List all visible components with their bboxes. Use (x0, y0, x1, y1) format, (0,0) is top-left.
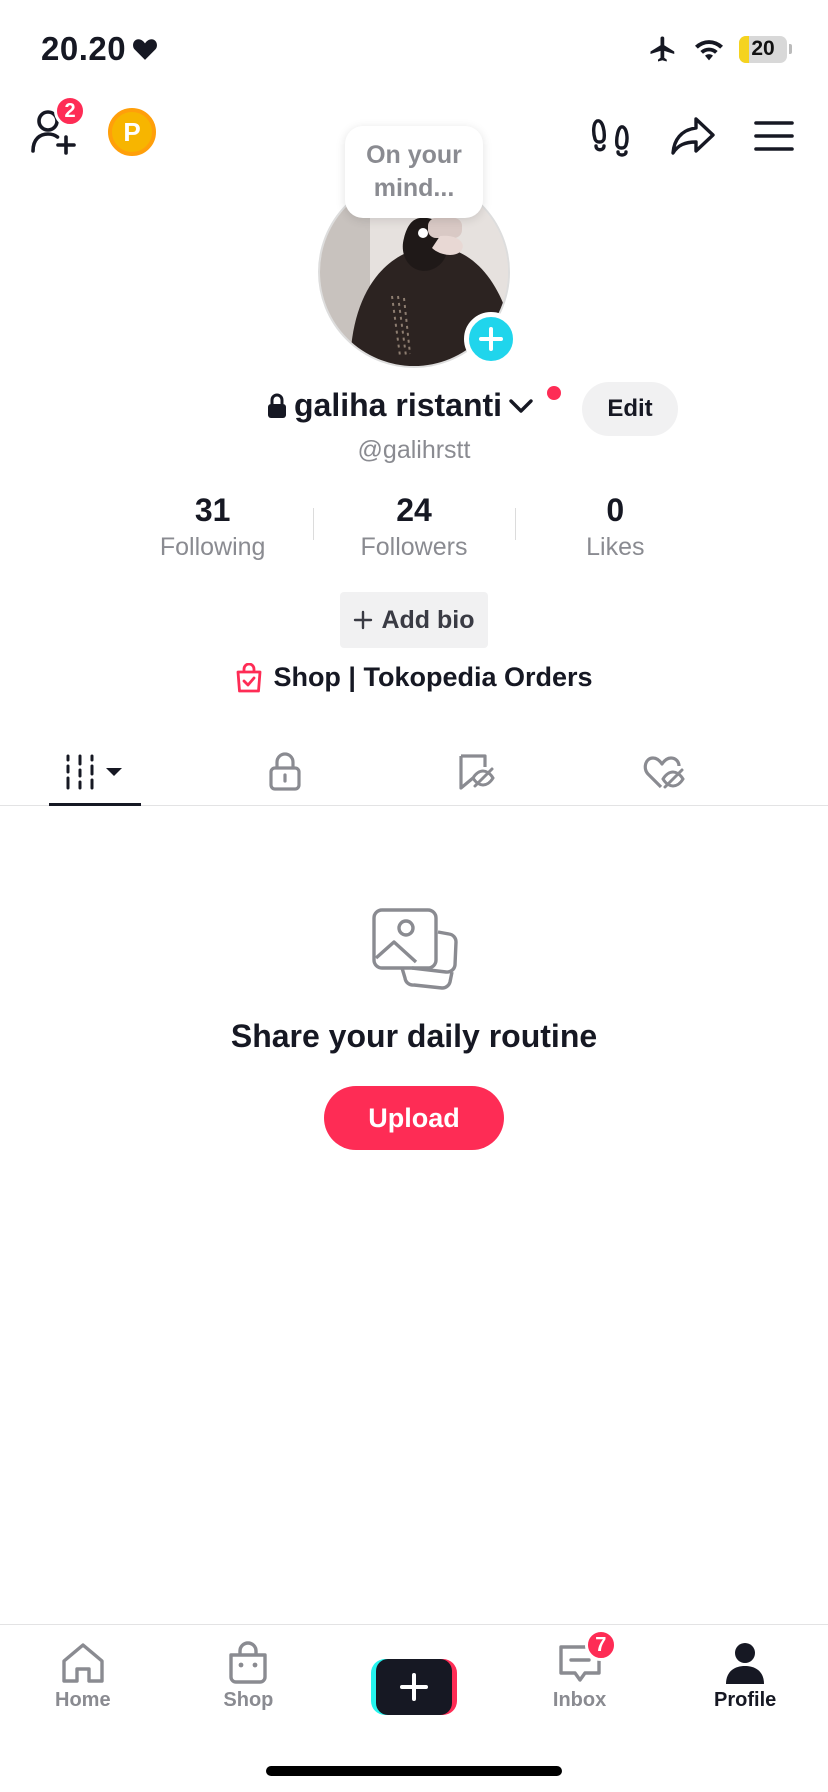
footprints-icon[interactable] (590, 115, 632, 157)
coin-button[interactable]: P (108, 108, 156, 156)
plus-icon (399, 1673, 428, 1701)
profile-stats: 31 Following 24 Followers 0 Likes (112, 490, 716, 561)
stat-following[interactable]: 31 Following (112, 490, 313, 561)
status-bar: 20.20 20 (0, 0, 828, 100)
photos-icon (372, 908, 458, 990)
mind-prompt: On your mind... (366, 141, 462, 202)
battery-level: 20 (751, 37, 775, 60)
lock-icon (269, 751, 301, 791)
top-bar-left: 2 P (30, 95, 156, 156)
stat-label: Followers (360, 533, 468, 561)
bottom-nav: Home Shop 7 Inbox Profile (0, 1624, 828, 1734)
empty-state-title: Share your daily routine (230, 1018, 598, 1054)
share-icon[interactable] (670, 116, 716, 156)
stat-label: Following (159, 533, 266, 561)
coin-letter: P (123, 116, 141, 147)
battery-indicator: 20 (739, 35, 792, 63)
nav-shop-label: Shop (223, 1689, 274, 1711)
clock-text: 20.20 (41, 30, 127, 67)
mind-bubble[interactable]: On your mind... (345, 126, 483, 218)
heart-hidden-icon (643, 755, 685, 788)
add-bio-button[interactable]: Add bio (340, 592, 488, 648)
nav-profile-label: Profile (714, 1689, 777, 1711)
nav-shop[interactable]: Shop (166, 1625, 332, 1734)
notification-dot (547, 386, 561, 400)
stat-value: 31 (194, 492, 231, 528)
stat-likes[interactable]: 0 Likes (514, 490, 716, 561)
bubble-tail-dot (418, 228, 428, 238)
nav-inbox[interactable]: 7 Inbox (497, 1625, 663, 1734)
videos-grid-icon (66, 754, 122, 789)
username: @galihrstt (357, 436, 471, 464)
edit-profile-button[interactable]: Edit (582, 382, 678, 436)
stat-value: 0 (606, 492, 625, 528)
status-time: 20.20 (41, 30, 158, 68)
top-bar-right (590, 115, 794, 157)
bookmark-hidden-icon (459, 753, 495, 790)
name-row: galiha ristanti Edit (0, 382, 828, 438)
tab-liked[interactable] (570, 738, 760, 805)
private-lock-icon (268, 393, 286, 418)
chevron-down-icon (509, 398, 533, 413)
stat-value: 24 (396, 492, 432, 528)
stat-followers[interactable]: 24 Followers (313, 490, 514, 561)
status-icons: 20 (647, 34, 792, 64)
heart-icon (133, 39, 158, 60)
menu-icon[interactable] (754, 120, 794, 152)
add-avatar-button[interactable] (464, 312, 518, 366)
create-button[interactable] (370, 1659, 457, 1715)
friends-badge: 2 (54, 95, 86, 127)
wifi-icon (695, 40, 723, 61)
nav-profile[interactable]: Profile (662, 1625, 828, 1734)
nav-inbox-label: Inbox (552, 1689, 607, 1711)
display-name: galiha ristanti (294, 387, 503, 423)
stat-label: Likes (586, 533, 645, 561)
nav-home-label: Home (55, 1689, 111, 1711)
add-friends-button[interactable]: 2 (30, 95, 86, 155)
nav-create[interactable] (331, 1625, 497, 1734)
upload-button[interactable]: Upload (324, 1086, 504, 1150)
shop-bag-icon (229, 1641, 268, 1684)
profile-icon (726, 1643, 765, 1684)
shop-label: Shop | Tokopedia Orders (273, 662, 593, 692)
plus-icon (354, 610, 373, 630)
tab-favorites[interactable] (380, 738, 570, 805)
profile-tabs (0, 738, 828, 806)
tab-private[interactable] (190, 738, 380, 805)
account-switcher[interactable]: galiha ristanti (266, 387, 534, 424)
inbox-badge: 7 (584, 1629, 617, 1661)
airplane-icon (650, 36, 675, 62)
shopping-bag-icon (237, 662, 262, 692)
tab-videos[interactable] (0, 738, 190, 806)
shop-orders-link[interactable]: Shop | Tokopedia Orders (0, 662, 828, 693)
nav-home[interactable]: Home (0, 1625, 166, 1734)
plus-icon (479, 327, 503, 351)
home-indicator (266, 1766, 562, 1776)
add-bio-label: Add bio (381, 605, 475, 634)
home-icon (62, 1643, 104, 1683)
